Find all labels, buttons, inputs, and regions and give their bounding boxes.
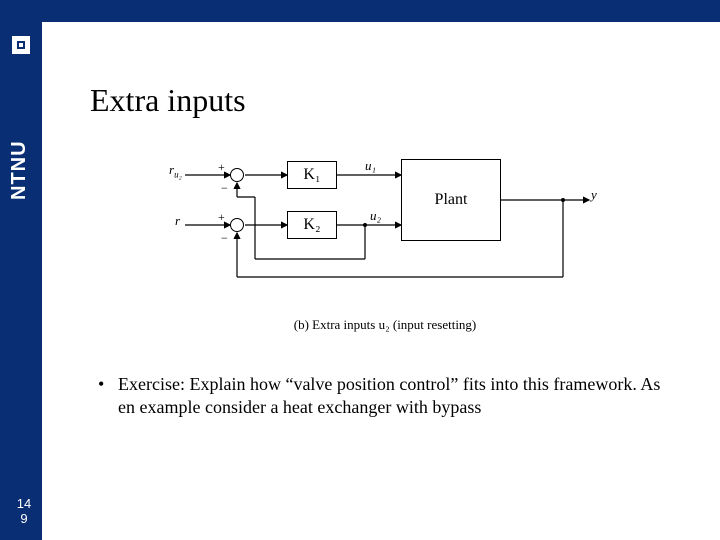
brand-name: NTNU xyxy=(8,140,31,200)
summing-junction-1 xyxy=(230,168,244,182)
block-diagram: K₁ K₂ Plant ru₂ r u₁ u₂ y + − + xyxy=(165,147,605,307)
sign-plus-2: + xyxy=(218,210,225,225)
page-number-bottom: 9 xyxy=(12,512,36,526)
page-number-top: 14 xyxy=(12,497,36,511)
label-u1: u₁ xyxy=(365,158,376,174)
ntnu-logo-icon xyxy=(12,36,30,54)
diagram-caption: (b) Extra inputs u₂ (input resetting) xyxy=(294,317,477,333)
sign-minus-1: − xyxy=(221,181,228,196)
exercise-bullet: Exercise: Explain how “valve position co… xyxy=(90,373,680,420)
plant-label: Plant xyxy=(435,191,468,209)
summing-junction-2 xyxy=(230,218,244,232)
block-k1: K₁ xyxy=(287,161,337,189)
diagram-container: K₁ K₂ Plant ru₂ r u₁ u₂ y + − + xyxy=(90,147,680,333)
top-bar xyxy=(0,0,720,22)
label-y: y xyxy=(591,187,597,203)
label-u2: u₂ xyxy=(370,208,381,224)
content-area: Extra inputs xyxy=(42,22,720,540)
block-k2: K₂ xyxy=(287,211,337,239)
k1-label: K₁ xyxy=(303,166,320,184)
slide: NTNU 14 9 Extra inputs xyxy=(0,0,720,540)
block-plant: Plant xyxy=(401,159,501,241)
logo-inner-square-icon xyxy=(17,41,25,49)
sign-plus-1: + xyxy=(218,160,225,175)
sidebar: NTNU 14 9 xyxy=(0,0,42,540)
label-r: r xyxy=(175,213,180,229)
page-number: 14 9 xyxy=(12,497,36,526)
page-title: Extra inputs xyxy=(90,82,680,119)
label-ru2: ru₂ xyxy=(169,162,182,180)
sign-minus-2: − xyxy=(221,231,228,246)
k2-label: K₂ xyxy=(303,216,320,234)
exercise-text: Exercise: Explain how “valve position co… xyxy=(118,374,660,417)
